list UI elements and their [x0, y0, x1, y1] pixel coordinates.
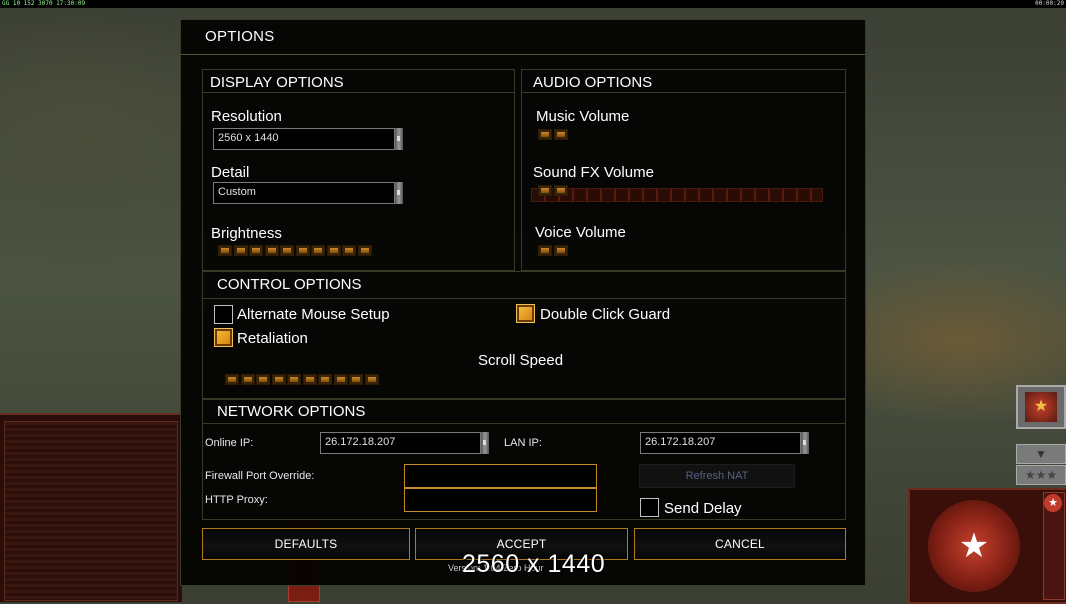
- resolution-select[interactable]: 2560 x 1440: [213, 128, 403, 150]
- alternate-mouse-label: Alternate Mouse Setup: [237, 306, 390, 323]
- scrollbar-icon[interactable]: [800, 432, 809, 454]
- divider: [522, 92, 845, 93]
- double-click-guard-label: Double Click Guard: [540, 306, 671, 323]
- sfx-volume-slider[interactable]: [538, 185, 569, 198]
- slider-notch: [249, 245, 263, 256]
- brightness-label: Brightness: [211, 225, 282, 242]
- slider-notch: [240, 374, 255, 385]
- scroll-speed-slider[interactable]: [225, 374, 380, 387]
- defaults-button[interactable]: DEFAULTS: [202, 528, 410, 560]
- divider: [203, 423, 845, 424]
- slider-notch: [264, 245, 279, 256]
- slider-notch: [538, 185, 552, 196]
- alternate-mouse-checkbox[interactable]: [214, 305, 233, 324]
- status-bar-right: 00:00:20: [1035, 0, 1064, 7]
- slider-notch: [553, 185, 568, 196]
- slider-notch: [287, 374, 301, 385]
- double-click-guard-checkbox[interactable]: [516, 304, 535, 323]
- slider-notch: [280, 245, 294, 256]
- slider-notch: [295, 245, 310, 256]
- chevron-down-icon[interactable]: ▼: [1016, 444, 1066, 464]
- slider-notch: [553, 245, 568, 256]
- refresh-nat-button[interactable]: Refresh NAT: [639, 464, 795, 488]
- resolution-label: Resolution: [211, 108, 282, 125]
- retaliation-checkbox[interactable]: [214, 328, 233, 347]
- online-ip-label: Online IP:: [205, 437, 254, 449]
- audio-options-header: AUDIO OPTIONS: [533, 74, 653, 91]
- slider-notch: [538, 245, 552, 256]
- rank-stars-icon: ★★★: [1016, 465, 1066, 485]
- divider: [203, 298, 845, 299]
- sfx-volume-track[interactable]: [531, 188, 823, 202]
- slider-notch: [553, 129, 568, 140]
- slider-notch: [218, 245, 232, 256]
- slider-notch: [233, 245, 248, 256]
- online-ip-select[interactable]: 26.172.18.207: [320, 432, 489, 454]
- slider-notch: [256, 374, 270, 385]
- lan-ip-label: LAN IP:: [504, 437, 542, 449]
- dialog-title-bar: [181, 20, 865, 55]
- red-star-emblem-icon: ★: [1025, 392, 1057, 422]
- scrollbar-icon[interactable]: [394, 182, 403, 204]
- firewall-port-label: Firewall Port Override:: [205, 470, 315, 482]
- slider-notch: [326, 245, 341, 256]
- slider-notch: [271, 374, 286, 385]
- dialog-title: OPTIONS: [205, 28, 275, 45]
- brightness-slider[interactable]: [218, 245, 373, 258]
- lan-ip-select[interactable]: 26.172.18.207: [640, 432, 809, 454]
- control-options-header: CONTROL OPTIONS: [217, 276, 362, 293]
- scrollbar-icon[interactable]: [394, 128, 403, 150]
- slider-notch: [333, 374, 348, 385]
- slider-notch: [349, 374, 363, 385]
- status-bar: GG 10 152 3070 17:30:09 00:00:20: [0, 0, 1066, 8]
- voice-volume-slider[interactable]: [538, 245, 569, 258]
- slider-notch: [342, 245, 356, 256]
- minimap-panel: [0, 413, 182, 602]
- voice-volume-label: Voice Volume: [535, 224, 626, 241]
- resolution-overlay: 2560 x 1440: [462, 550, 606, 578]
- slider-notch: [364, 374, 379, 385]
- star-icon: ★: [1044, 494, 1062, 512]
- sfx-volume-label: Sound FX Volume: [533, 164, 654, 181]
- cancel-button[interactable]: CANCEL: [634, 528, 846, 560]
- firewall-port-input[interactable]: [404, 464, 597, 488]
- music-volume-label: Music Volume: [536, 108, 630, 125]
- divider: [203, 92, 514, 93]
- network-options-header: NETWORK OPTIONS: [217, 403, 366, 420]
- slider-notch: [302, 374, 317, 385]
- music-volume-slider[interactable]: [538, 129, 569, 142]
- retaliation-label: Retaliation: [237, 330, 308, 347]
- http-proxy-label: HTTP Proxy:: [205, 494, 268, 506]
- status-bar-left: GG 10 152 3070 17:30:09: [2, 0, 86, 7]
- display-options-header: DISPLAY OPTIONS: [210, 74, 344, 91]
- detail-value: Custom: [218, 186, 256, 198]
- slider-notch: [538, 129, 552, 140]
- slider-notch: [225, 374, 239, 385]
- http-proxy-input[interactable]: [404, 488, 597, 512]
- detail-label: Detail: [211, 164, 250, 181]
- online-ip-value: 26.172.18.207: [325, 436, 396, 448]
- send-delay-checkbox[interactable]: [640, 498, 659, 517]
- slider-notch: [357, 245, 372, 256]
- slider-notch: [311, 245, 325, 256]
- detail-select[interactable]: Custom: [213, 182, 403, 204]
- scroll-speed-label: Scroll Speed: [478, 352, 564, 369]
- scrollbar-icon[interactable]: [480, 432, 489, 454]
- faction-emblem-icon: ★: [928, 500, 1020, 592]
- resolution-value: 2560 x 1440: [218, 132, 279, 144]
- slider-notch: [318, 374, 332, 385]
- lan-ip-value: 26.172.18.207: [645, 436, 716, 448]
- send-delay-label: Send Delay: [664, 500, 742, 517]
- general-button[interactable]: ★: [1016, 385, 1066, 429]
